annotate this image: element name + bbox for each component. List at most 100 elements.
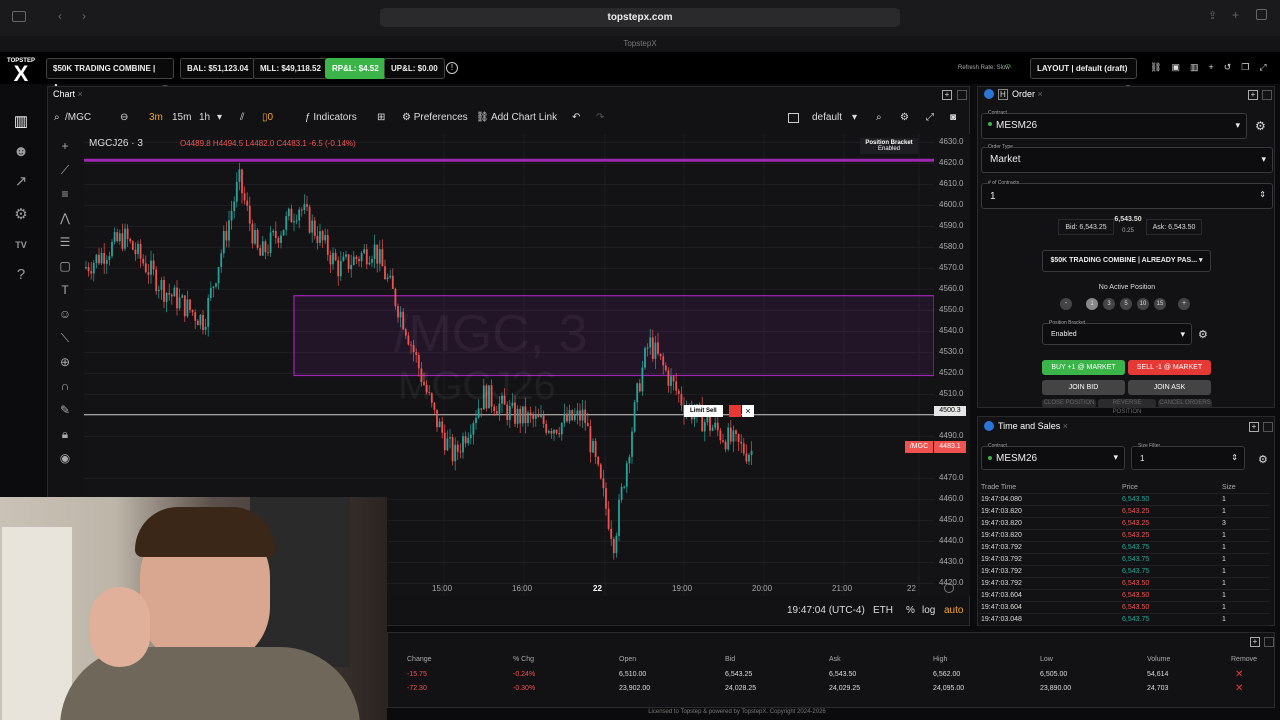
preferences-button[interactable]: ⚙ Preferences — [402, 104, 468, 132]
axis-settings-icon[interactable] — [944, 583, 954, 593]
trendline-icon[interactable]: ⟋ — [50, 158, 80, 182]
magnify-icon[interactable]: ⊕ — [50, 350, 80, 374]
search-icon[interactable]: ⌕ — [54, 104, 60, 132]
tabs-overview-icon[interactable] — [1256, 9, 1267, 20]
contracts-input[interactable]: # of Contracts 1 ⇕ — [981, 180, 1273, 209]
join-bid-button[interactable]: JOIN BID — [1042, 380, 1125, 395]
template-icon[interactable] — [788, 113, 799, 123]
settings-icon[interactable]: ⚙ — [1258, 453, 1268, 466]
symbol-input[interactable]: /MGC — [65, 104, 91, 132]
close-position-button[interactable]: CLOSE POSITION — [1042, 399, 1096, 408]
settings-icon[interactable]: ⚙ — [1198, 328, 1208, 341]
fullscreen-icon[interactable]: ⤢ — [1259, 62, 1276, 72]
sell-market-button[interactable]: SELL -1 @ MARKET — [1128, 360, 1211, 375]
size-filter-input[interactable]: Size Filter 1 ⇕ — [1131, 443, 1245, 470]
order-account-select[interactable]: $50K TRADING COMBINE | ALREADY PAS... ▾ — [1042, 250, 1211, 272]
undo-icon[interactable]: ↶ — [572, 104, 580, 132]
close-icon[interactable]: × — [1063, 421, 1068, 431]
zoom-out-icon[interactable]: ⊖ — [120, 104, 128, 132]
chevron-down-icon[interactable]: ▾ — [217, 104, 222, 132]
account-selector[interactable]: $50K TRADING COMBINE | A...▾ — [46, 58, 174, 92]
increment-icon[interactable]: + — [1178, 298, 1190, 310]
log-toggle[interactable]: log — [922, 600, 935, 622]
qty-preset-button[interactable]: 10 — [1137, 298, 1149, 310]
back-icon[interactable]: ‹ — [58, 9, 62, 23]
bid-display[interactable]: Bid: 6,543.25 — [1058, 219, 1114, 235]
settings-icon[interactable]: ⚙ — [1255, 119, 1266, 133]
tab-time-and-sales[interactable]: Time and Sales × — [998, 421, 1068, 431]
add-panel-icon[interactable]: + — [1248, 90, 1258, 100]
window-icon[interactable]: ❐ — [1241, 62, 1259, 72]
tab-chart[interactable]: Chart × — [53, 89, 83, 99]
settings-icon[interactable]: ⚙ — [900, 104, 909, 132]
redo-icon[interactable]: ↷ — [596, 104, 604, 132]
interval-15m[interactable]: 15m — [172, 104, 191, 132]
pencil-icon[interactable]: ✎ — [50, 398, 80, 422]
qty-preset-button[interactable]: 15 — [1154, 298, 1166, 310]
order-qty-box[interactable] — [729, 405, 741, 417]
watchlist-row[interactable]: -15.75 -0.24% 6,510.00 6,543.25 6,543.50 6,56… — [387, 668, 1267, 681]
sidebar-toggle-icon[interactable] — [12, 11, 26, 22]
fullscreen-icon[interactable]: ⤢ — [926, 104, 934, 132]
browser-tab[interactable]: TopstepX — [0, 36, 1280, 52]
save-icon[interactable]: ▣ — [1171, 62, 1190, 72]
remove-icon[interactable]: ✕ — [1235, 668, 1243, 681]
new-tab-icon[interactable]: + — [1232, 8, 1239, 22]
close-icon[interactable]: × — [1038, 89, 1043, 99]
emoji-icon[interactable]: ☺ — [50, 302, 80, 326]
pattern-icon[interactable]: ⋀ — [50, 206, 80, 230]
cancel-order-icon[interactable]: × — [742, 405, 754, 417]
join-ask-button[interactable]: JOIN ASK — [1128, 380, 1211, 395]
stepper-icon[interactable]: ⇕ — [1259, 190, 1266, 199]
stepper-icon[interactable]: ⇕ — [1231, 453, 1238, 462]
interval-1h[interactable]: 1h — [199, 104, 210, 132]
position-bracket-badge[interactable]: Position Bracket Enabled — [860, 138, 918, 154]
layout-selector[interactable]: LAYOUT | default (draft)▾ — [1030, 58, 1137, 92]
camera-icon[interactable]: ◙ — [950, 104, 956, 132]
decrement-icon[interactable]: - — [1060, 298, 1072, 310]
add-icon[interactable]: + — [1208, 62, 1223, 72]
magnet-icon[interactable]: ∩ — [50, 374, 80, 398]
reverse-position-button[interactable]: REVERSE POSITION — [1098, 399, 1156, 415]
maximize-icon[interactable] — [957, 90, 967, 100]
auto-toggle[interactable]: auto — [944, 600, 963, 622]
hlines-icon[interactable]: ≡ — [50, 182, 80, 206]
tas-contract-select[interactable]: Contract MESM26 ▾ — [981, 443, 1125, 470]
chart-nav-icon[interactable]: ▥ — [10, 111, 32, 133]
chart-link-button[interactable]: ⛓ Add Chart Link — [476, 104, 557, 132]
analytics-icon[interactable]: ↗ — [10, 171, 32, 193]
delete-icon[interactable]: ▥ — [1190, 62, 1209, 72]
add-panel-icon[interactable]: + — [1249, 422, 1259, 432]
ruler-icon[interactable]: ⟍ — [50, 326, 80, 350]
undo-icon[interactable]: ↺ — [1224, 62, 1242, 72]
limit-sell-order[interactable]: Limit Sell — [684, 405, 723, 417]
text-icon[interactable]: T — [50, 278, 80, 302]
rectangle-icon[interactable]: ▢ — [50, 254, 80, 278]
template-select[interactable]: default — [812, 104, 842, 132]
ask-display[interactable]: Ask: 6,543.50 — [1146, 219, 1202, 235]
tv-icon[interactable]: TV — [10, 234, 32, 256]
replay-icon[interactable]: ▯0 — [262, 104, 273, 132]
tab-order[interactable]: Order × — [1012, 89, 1043, 99]
contract-select[interactable]: Contract MESM26 ▾ — [981, 110, 1247, 139]
chevron-down-icon[interactable]: ▾ — [852, 104, 857, 132]
settings-icon[interactable]: ⚙ — [10, 204, 32, 226]
indicators-button[interactable]: ƒ Indicators — [305, 104, 357, 132]
maximize-icon[interactable] — [1262, 90, 1272, 100]
qty-preset-button[interactable]: 1 — [1086, 298, 1098, 310]
grid-icon[interactable]: ⊞ — [377, 104, 385, 132]
session-toggle[interactable]: ETH — [873, 600, 893, 622]
lock-icon[interactable]: 🔒︎ — [50, 422, 80, 446]
maximize-icon[interactable] — [1264, 637, 1274, 647]
order-type-select[interactable]: Order Type Market ▾ — [981, 144, 1273, 173]
zoom-icon[interactable]: ⌕ — [876, 104, 882, 132]
share-icon[interactable]: ⇪ — [1208, 9, 1217, 22]
url-bar[interactable]: topstepx.com — [380, 8, 900, 27]
percent-toggle[interactable]: % — [906, 600, 915, 622]
fib-icon[interactable]: ☰ — [50, 230, 80, 254]
add-panel-icon[interactable]: + — [942, 90, 952, 100]
community-icon[interactable]: ☻ — [10, 141, 32, 163]
bracket-select[interactable]: Position Bracket Enabled ▾ — [1042, 320, 1192, 345]
qty-preset-button[interactable]: 5 — [1120, 298, 1132, 310]
cancel-orders-button[interactable]: CANCEL ORDERS — [1158, 399, 1212, 408]
